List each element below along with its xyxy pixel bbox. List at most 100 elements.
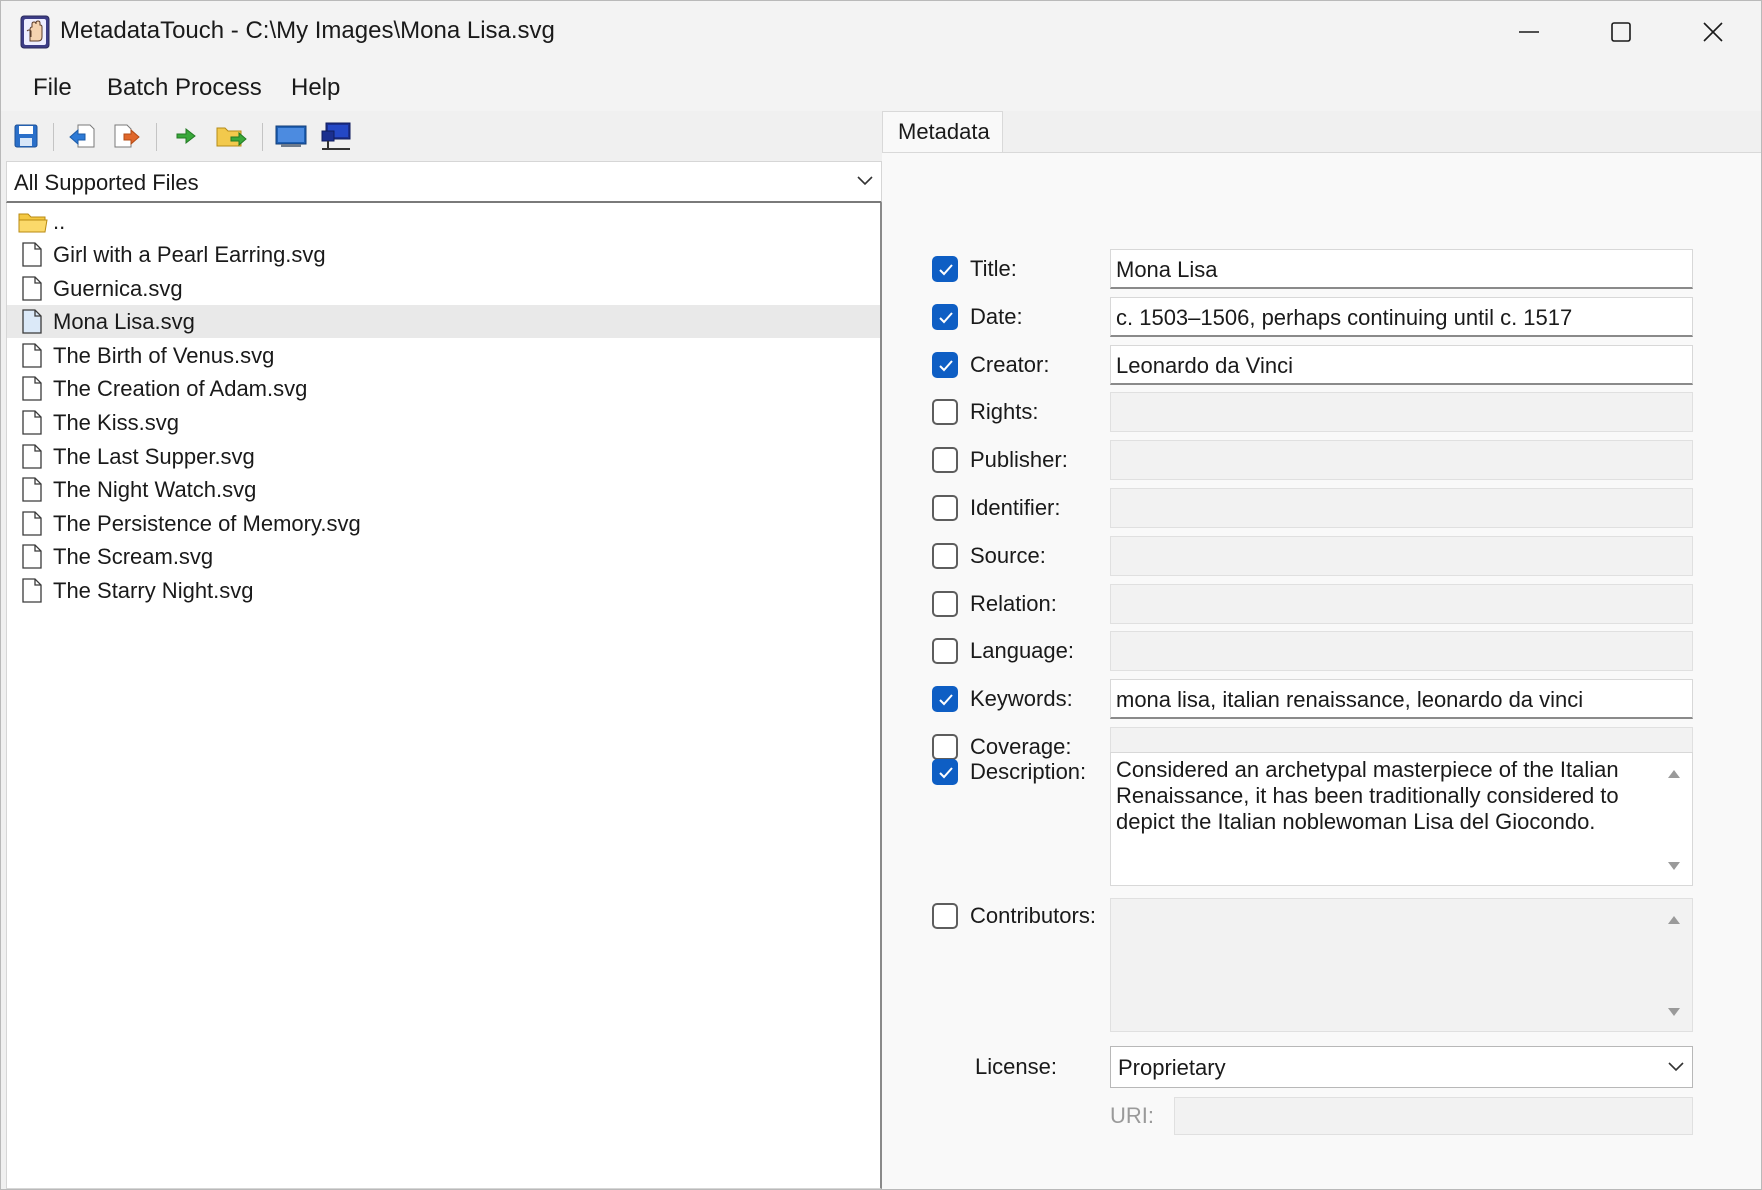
tab-metadata[interactable]: Metadata (882, 111, 1003, 153)
source-checkbox[interactable] (932, 542, 958, 569)
creator-value: Leonardo da Vinci (1116, 352, 1293, 378)
identifier-input[interactable] (1110, 488, 1693, 528)
file-type-filter-value: All Supported Files (14, 170, 199, 195)
relation-checkbox[interactable] (932, 590, 958, 617)
scroll-up-icon[interactable] (1666, 767, 1682, 779)
language-checkbox[interactable] (932, 638, 958, 665)
toolbar (3, 111, 882, 161)
scroll-up-icon[interactable] (1666, 913, 1682, 925)
document-icon (22, 443, 42, 469)
identifier-checkbox[interactable] (932, 495, 958, 521)
language-row: Language: (882, 631, 1761, 672)
document-icon (22, 309, 42, 334)
date-input[interactable]: c. 1503–1506, perhaps continuing until c… (1110, 296, 1693, 337)
description-checkbox[interactable] (932, 759, 958, 785)
keywords-checkbox[interactable] (932, 686, 958, 713)
rights-row: Rights: (882, 392, 1761, 433)
minimize-button[interactable] (1483, 1, 1575, 63)
keywords-input[interactable]: mona lisa, italian renaissance, leonardo… (1110, 679, 1693, 720)
menu-file[interactable]: File (33, 74, 72, 102)
app-window: MetadataTouch - C:\My Images\Mona Lisa.s… (0, 0, 1762, 1190)
creator-checkbox[interactable] (932, 351, 958, 378)
scroll-down-icon[interactable] (1666, 861, 1682, 873)
open-folder-button[interactable] (214, 119, 248, 153)
file-name: The Kiss.svg (53, 410, 179, 435)
file-list-item[interactable]: Girl with a Pearl Earring.svg (7, 238, 880, 271)
file-list-item[interactable]: Mona Lisa.svg (7, 305, 880, 339)
app-hand-icon (20, 15, 50, 49)
language-input[interactable] (1110, 631, 1693, 672)
close-icon (1703, 22, 1723, 42)
close-button[interactable] (1667, 1, 1759, 63)
minimize-icon (1519, 31, 1539, 33)
file-name: Mona Lisa.svg (53, 309, 195, 335)
publisher-row: Publisher: (882, 440, 1761, 481)
source-label: Source: (970, 542, 1046, 568)
title-label: Title: (970, 256, 1017, 281)
uri-label: URI: (1110, 1103, 1154, 1128)
parent-folder-row[interactable]: .. (7, 205, 880, 238)
metadata-pane: Metadata Title: Mona Lisa Date: c. 1503–150… (882, 111, 1761, 1189)
title-input[interactable]: Mona Lisa (1110, 249, 1693, 289)
tab-metadata-label: Metadata (898, 119, 990, 144)
date-checkbox[interactable] (932, 303, 958, 330)
save-button[interactable] (9, 119, 43, 153)
go-icon (176, 127, 196, 145)
publisher-input[interactable] (1110, 440, 1693, 481)
file-list-item[interactable]: The Birth of Venus.svg (7, 339, 880, 372)
checkmark-icon (939, 767, 953, 779)
description-textarea[interactable]: Considered an archetypal masterpiece of … (1110, 752, 1693, 886)
publisher-checkbox[interactable] (932, 447, 958, 474)
contributors-textarea[interactable] (1110, 898, 1693, 1032)
menu-batch-process[interactable]: Batch Process (107, 74, 262, 102)
file-list-item[interactable]: The Persistence of Memory.svg (7, 507, 880, 540)
menu-bar: File Batch Process Help (1, 63, 1761, 111)
language-label: Language: (970, 638, 1074, 664)
relation-input[interactable] (1110, 583, 1693, 624)
license-dropdown[interactable]: Proprietary (1110, 1046, 1693, 1088)
parent-folder-label: .. (53, 209, 66, 234)
file-name: The Persistence of Memory.svg (53, 510, 361, 536)
file-list-item[interactable]: The Night Watch.svg (7, 473, 880, 506)
rights-checkbox[interactable] (932, 399, 958, 426)
desktop-button[interactable] (274, 119, 308, 153)
checkmark-icon (939, 312, 953, 324)
uri-input[interactable] (1174, 1097, 1693, 1135)
license-label: License: (975, 1054, 1057, 1079)
file-type-filter-dropdown[interactable]: All Supported Files (6, 161, 882, 203)
date-label: Date: (970, 303, 1023, 329)
network-icon (321, 122, 351, 150)
title-value: Mona Lisa (1116, 257, 1218, 282)
network-button[interactable] (319, 119, 353, 153)
contributors-checkbox[interactable] (932, 903, 958, 929)
save-icon (14, 124, 38, 148)
go-button[interactable] (169, 119, 203, 153)
creator-label: Creator: (970, 351, 1050, 377)
description-text: Considered an archetypal masterpiece of … (1116, 757, 1619, 834)
previous-file-button[interactable] (65, 119, 99, 153)
file-name: The Birth of Venus.svg (53, 342, 275, 368)
creator-row: Creator: Leonardo da Vinci (882, 344, 1761, 385)
checkmark-icon (939, 264, 953, 276)
keywords-label: Keywords: (970, 686, 1073, 712)
rights-input[interactable] (1110, 392, 1693, 433)
file-browser-pane: All Supported Files .. Girl with a Pearl… (3, 111, 882, 1189)
file-list-item[interactable]: The Last Supper.svg (7, 440, 880, 473)
contributors-label: Contributors: (970, 903, 1096, 928)
file-list-item[interactable]: The Kiss.svg (7, 406, 880, 439)
document-icon (22, 544, 42, 570)
file-list-item[interactable]: The Creation of Adam.svg (7, 372, 880, 405)
scroll-down-icon[interactable] (1666, 1007, 1682, 1019)
menu-help[interactable]: Help (291, 74, 340, 102)
file-name: The Night Watch.svg (53, 477, 257, 503)
file-list-item[interactable]: The Scream.svg (7, 540, 880, 573)
maximize-button[interactable] (1575, 1, 1667, 63)
file-list-item[interactable]: Guernica.svg (7, 272, 880, 305)
document-icon (22, 511, 42, 536)
rights-label: Rights: (970, 399, 1039, 425)
title-checkbox[interactable] (932, 256, 958, 282)
file-list-item[interactable]: The Starry Night.svg (7, 574, 880, 607)
creator-input[interactable]: Leonardo da Vinci (1110, 344, 1693, 385)
source-input[interactable] (1110, 535, 1693, 576)
next-file-button[interactable] (110, 119, 144, 153)
